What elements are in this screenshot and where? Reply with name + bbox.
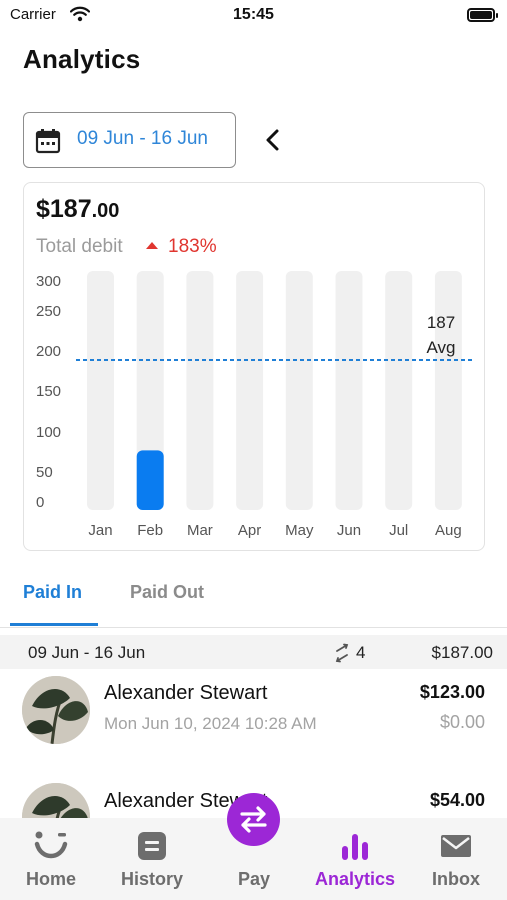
bar-track	[236, 271, 264, 510]
date-range-picker[interactable]: 09 Jun - 16 Jun	[23, 112, 236, 168]
x-tick-label: Feb	[137, 522, 163, 539]
bar-track	[186, 271, 214, 510]
tab-paid-out[interactable]: Paid Out	[130, 582, 204, 603]
bar-track	[385, 271, 413, 510]
transaction-tabs: Paid In Paid Out	[0, 568, 507, 628]
x-tick-label: May	[285, 522, 314, 539]
bar-track	[434, 271, 462, 510]
x-tick-label: Aug	[435, 522, 462, 539]
debit-chart-card: $187.00 Total debit 183% 300 250 200 150 100…	[23, 182, 485, 551]
transfer-icon	[240, 806, 267, 833]
monthly-debit-chart: 300 250 200 150 100 50 0 Jan Feb Mar Apr May Jun Jul A…	[36, 271, 474, 539]
tab-paid-in[interactable]: Paid In	[23, 582, 82, 603]
transactions-section-header: 09 Jun - 16 Jun 4 $187.00	[0, 635, 507, 669]
payee-name: Alexander Stewart	[104, 682, 268, 704]
active-tab-indicator	[10, 623, 98, 626]
page-title: Analytics	[23, 44, 141, 74]
nav-label-home: Home	[25, 869, 76, 889]
status-bar: Carrier 15:45	[0, 0, 507, 34]
mail-icon	[440, 830, 472, 867]
y-tick-label: 150	[36, 383, 61, 400]
bar-track	[285, 271, 313, 510]
x-tick-label: Apr	[238, 522, 261, 539]
bar-chart-icon	[338, 830, 372, 867]
x-tick-label: Mar	[187, 522, 213, 539]
bar-track	[335, 271, 363, 510]
y-tick-label: 100	[36, 424, 61, 441]
nav-home[interactable]: Home	[1, 818, 101, 900]
date-range-label: 09 Jun - 16 Jun	[77, 128, 208, 149]
bar	[136, 450, 164, 510]
y-tick-label: 250	[36, 303, 61, 320]
transaction-amount: $123.00	[419, 682, 485, 702]
transaction-row[interactable]: Alexander Stewart Mon Jun 10, 2024 10:28…	[0, 670, 507, 775]
nav-inbox[interactable]: Inbox	[406, 818, 506, 900]
calendar-icon	[35, 128, 61, 159]
section-total: $187.00	[431, 643, 493, 662]
previous-range-button[interactable]	[260, 124, 286, 156]
pay-button[interactable]	[227, 793, 280, 846]
transaction-count: 4	[356, 643, 366, 662]
battery-icon	[467, 8, 498, 22]
nav-label-inbox: Inbox	[432, 869, 480, 889]
nav-label-pay: Pay	[237, 869, 271, 889]
average-caption-label: Avg	[427, 338, 456, 357]
smile-icon	[33, 830, 69, 867]
x-tick-label: Jan	[88, 522, 112, 539]
nav-analytics[interactable]: Analytics	[305, 818, 405, 900]
nav-history[interactable]: History	[102, 818, 202, 900]
nav-label-analytics: Analytics	[314, 869, 396, 889]
bar-track	[87, 271, 114, 510]
transaction-sub-amount: $0.00	[439, 712, 485, 732]
nav-label-history: History	[120, 869, 183, 889]
transaction-date: Mon Jun 10, 2024 10:28 AM	[104, 714, 317, 733]
chevron-left-icon	[266, 129, 279, 151]
x-tick-label: Jun	[337, 522, 361, 539]
y-tick-label: 50	[36, 464, 53, 481]
clock: 15:45	[233, 6, 274, 23]
average-value-label: 187	[427, 313, 455, 332]
avatar	[22, 676, 90, 744]
y-tick-label: 200	[36, 343, 61, 360]
y-tick-label: 0	[36, 494, 44, 511]
history-icon	[136, 830, 168, 867]
x-tick-label: Jul	[389, 522, 408, 539]
y-tick-label: 300	[36, 273, 61, 290]
transaction-amount: $54.00	[429, 790, 485, 810]
section-date-range: 09 Jun - 16 Jun	[28, 643, 146, 662]
transfer-count-icon	[332, 643, 352, 668]
